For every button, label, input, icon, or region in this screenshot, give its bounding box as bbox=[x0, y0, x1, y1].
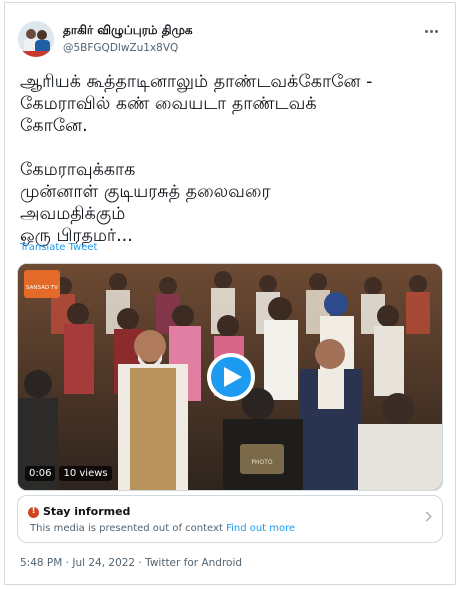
tweet-text: ஆரியக் கூத்தாடினாலும் தாண்டவக்கோனே - கேம… bbox=[20, 71, 445, 247]
photo-vest-text: PHOTO bbox=[251, 459, 273, 466]
video-views: 10 views bbox=[59, 466, 112, 481]
translate-tweet-link[interactable]: Translate Tweet bbox=[20, 242, 97, 253]
video-player[interactable]: SANSAD TV PHOTO 0:06 10 views bbox=[17, 263, 443, 491]
stay-informed-notice[interactable]: Stay informed This media is presented ou… bbox=[17, 495, 443, 543]
author-name[interactable]: தாகிர் விழுப்புரம் திமுக bbox=[63, 23, 193, 39]
channel-logo bbox=[24, 270, 60, 298]
tweet-text-line: முன்னாள் குடியரசுத் தலைவரை bbox=[20, 182, 271, 202]
meta-separator: · bbox=[65, 557, 69, 569]
author-handle[interactable]: @5BFGQDlwZu1x8VQ bbox=[63, 42, 178, 54]
stay-informed-body: This media is presented out of context F… bbox=[30, 523, 295, 534]
tweet-meta: 5:48 PM · Jul 24, 2022 · Twitter for And… bbox=[20, 557, 242, 569]
chevron-right-icon bbox=[421, 511, 432, 522]
alert-icon bbox=[28, 506, 39, 518]
video-badge: 0:06 10 views bbox=[25, 466, 112, 481]
more-dots-icon[interactable] bbox=[421, 23, 441, 39]
meta-separator: · bbox=[138, 557, 142, 569]
tweet-date[interactable]: Jul 24, 2022 bbox=[72, 557, 135, 569]
dot bbox=[424, 29, 428, 33]
tweet-text-line: அவமதிக்கும் bbox=[20, 204, 126, 224]
avatar[interactable] bbox=[18, 21, 54, 57]
tweet-text-line: கேமராவுக்காக bbox=[20, 160, 136, 180]
tweet-text-line: கோனே. bbox=[20, 116, 88, 136]
play-icon bbox=[224, 367, 242, 387]
channel-logo-text: SANSAD TV bbox=[26, 285, 58, 291]
video-duration: 0:06 bbox=[25, 466, 56, 481]
avatar-image bbox=[18, 21, 54, 57]
tweet-source[interactable]: Twitter for Android bbox=[145, 557, 242, 569]
tweet-card: தாகிர் விழுப்புரம் திமுக @5BFGQDlwZu1x8V… bbox=[4, 2, 456, 585]
stay-informed-title: Stay informed bbox=[43, 505, 131, 518]
stay-informed-text: This media is presented out of context bbox=[30, 523, 223, 534]
tweet-time[interactable]: 5:48 PM bbox=[20, 557, 62, 569]
find-out-more-link[interactable]: Find out more bbox=[226, 523, 295, 534]
tweet-text-line: கேமராவில் கண் வையடா தாண்டவக் bbox=[20, 94, 317, 114]
tweet-text-line: ஆரியக் கூத்தாடினாலும் தாண்டவக்கோனே - bbox=[20, 72, 373, 92]
dot bbox=[429, 29, 433, 33]
dot bbox=[434, 29, 438, 33]
play-button[interactable] bbox=[207, 353, 255, 401]
